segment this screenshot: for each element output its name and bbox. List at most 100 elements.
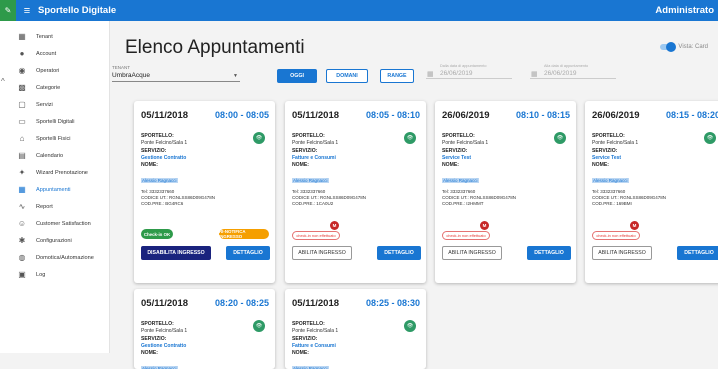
sportello-value: Ponte Felcino/Sala 1 — [442, 140, 489, 146]
appointment-date: 05/11/2018 — [141, 110, 189, 121]
enable-entry-button[interactable]: ABILITA INGRESSO — [442, 246, 502, 260]
sportello-value: Ponte Felcino/Sala 1 — [292, 328, 339, 334]
home-icon: ⌂ — [19, 134, 25, 143]
sportello-label: SPORTELLO: — [141, 133, 174, 139]
top-app-bar: ✎ ≡ Sportello Digitale Administrato — [0, 0, 718, 21]
appointment-date: 26/06/2019 — [592, 110, 640, 121]
nome-label: NOME: — [141, 350, 158, 356]
card-body: SPORTELLO: Ponte Felcino/Sala 1 SERVIZIO: S… — [592, 133, 716, 207]
servizio-label: SERVIZIO: — [592, 147, 618, 154]
check-in-missing-badge: check-in non effettuato — [292, 231, 340, 240]
enable-entry-button[interactable]: ABILITA INGRESSO — [292, 246, 352, 260]
sportello-value: Ponte Felcino/Sala 1 — [141, 140, 188, 146]
user-menu[interactable]: Administrato — [655, 5, 714, 16]
monitor-icon: ▭ — [18, 117, 26, 126]
range-button[interactable]: RANGE — [380, 69, 414, 83]
sidebar-item-label: Customer Satisfaction — [36, 220, 91, 227]
servizio-label: SERVIZIO: — [141, 335, 167, 342]
sidebar-item-label: Account — [36, 50, 57, 57]
sidebar-item-report[interactable]: ∿ Report — [0, 198, 109, 215]
nome-row: Alessio Ragnacci — [141, 357, 265, 369]
servizio-value[interactable]: Gestione Contratto — [141, 155, 265, 162]
gear-icon: ✱ — [18, 236, 26, 245]
card-body: SPORTELLO: Ponte Felcino/Sala 1 SERVIZIO: F… — [292, 133, 416, 207]
from-date-field[interactable]: Dalla data di appuntamento ▦ 26/06/2019 — [426, 64, 512, 79]
nome-value[interactable]: Alessio Ragnacci — [592, 178, 629, 183]
nome-value[interactable]: Alessio Ragnacci — [141, 178, 178, 183]
servizio-value[interactable]: Fatture e Consumi — [292, 155, 416, 162]
nome-value[interactable]: Alessio Ragnacci — [292, 178, 329, 183]
tomorrow-button[interactable]: DOMANI — [326, 69, 368, 83]
sportello-label: SPORTELLO: — [141, 321, 174, 327]
app-switch-icon[interactable]: ✎ — [0, 0, 16, 21]
sportello-value: Ponte Felcino/Sala 1 — [592, 140, 639, 146]
re-notify-button[interactable]: RI-NOTIFICA INGRESSO — [219, 229, 269, 239]
collapse-sidebar-icon[interactable]: ^ — [1, 77, 5, 86]
sidebar-item-wizard-prenotazione[interactable]: ✦ Wizard Prenotazione — [0, 164, 109, 181]
to-date-value: 26/06/2019 — [544, 70, 577, 77]
detail-button[interactable]: DETTAGLIO — [677, 246, 718, 260]
appointment-date: 05/11/2018 — [141, 298, 189, 309]
from-date-label: Dalla data di appuntamento — [440, 64, 487, 68]
sidebar-item-label: Appuntamenti — [36, 186, 71, 193]
detail-button[interactable]: DETTAGLIO — [226, 246, 270, 260]
page-title: Elenco Appuntamenti — [125, 37, 305, 58]
appointment-date: 05/11/2018 — [292, 298, 340, 309]
nome-label: NOME: — [292, 162, 309, 168]
sidebar-item-label: Operatori — [36, 67, 60, 74]
enable-entry-button[interactable]: ABILITA INGRESSO — [592, 246, 652, 260]
card-header: 05/11/2018 08:25 - 08:30 — [292, 298, 420, 309]
appointment-time: 08:15 - 08:20 — [665, 110, 718, 120]
appointment-card: 26/06/2019 08:15 - 08:20 👁 SPORTELLO: Ponte … — [585, 101, 718, 283]
sidebar-item-operatori[interactable]: ◉ Operatori — [0, 62, 109, 79]
servizio-value[interactable]: Gestione Contratto — [141, 343, 265, 350]
nome-row: Alessio Ragnacci — [592, 169, 716, 187]
detail-button[interactable]: DETTAGLIO — [527, 246, 571, 260]
sidebar-item-customer-satisfaction[interactable]: ☺ Customer Satisfaction — [0, 215, 109, 232]
main-content: Elenco Appuntamenti Vista: Card TENANT U… — [110, 21, 718, 369]
servizio-value[interactable]: Service Test — [442, 155, 566, 162]
servizio-value[interactable]: Fatture e Consumi — [292, 343, 416, 350]
m-badge: M — [630, 221, 639, 230]
sidebar-item-configurazioni[interactable]: ✱ Configurazioni — [0, 232, 109, 249]
view-toggle[interactable]: Vista: Card — [660, 42, 708, 52]
sidebar-item-servizi[interactable]: ▢ Servizi — [0, 96, 109, 113]
sidebar-item-tenant[interactable]: ▦ Tenant — [0, 28, 109, 45]
document-icon: ▢ — [18, 100, 26, 109]
hamburger-menu-icon[interactable]: ≡ — [16, 5, 38, 17]
sidebar-item-calendario[interactable]: ▤ Calendario — [0, 147, 109, 164]
appointment-time: 08:00 - 08:05 — [214, 110, 269, 120]
appointment-time: 08:25 - 08:30 — [365, 298, 420, 308]
nome-row: Alessio Ragnacci — [292, 169, 416, 187]
tenant-label: TENANT — [112, 65, 130, 70]
calendar-icon: ▦ — [531, 71, 538, 78]
appointment-card: 05/11/2018 08:00 - 08:05 👁 SPORTELLO: Ponte … — [134, 101, 275, 283]
nome-value[interactable]: Alessio Ragnacci — [442, 178, 479, 183]
sidebar-item-sportelli-fisici[interactable]: ⌂ Sportelli Fisici — [0, 130, 109, 147]
sidebar-item-label: Sportelli Fisici — [36, 135, 71, 142]
card-header: 05/11/2018 08:05 - 08:10 — [292, 110, 420, 121]
building-icon: ▦ — [18, 32, 26, 41]
sidebar-item-log[interactable]: ▣ Log — [0, 266, 109, 283]
sidebar-item-appuntamenti[interactable]: ▦ Appuntamenti — [0, 181, 109, 198]
detail-button[interactable]: DETTAGLIO — [377, 246, 421, 260]
to-date-field[interactable]: Alla data di appuntamento ▦ 26/06/2019 — [530, 64, 616, 79]
servizio-label: SERVIZIO: — [141, 147, 167, 154]
appointment-card: 26/06/2019 08:10 - 08:15 👁 SPORTELLO: Ponte … — [435, 101, 576, 283]
calendar-icon: ▦ — [427, 71, 434, 78]
from-date-value: 26/06/2019 — [440, 70, 473, 77]
disable-entry-button[interactable]: DISABILITA INGRESSO — [141, 246, 211, 260]
card-body: SPORTELLO: Ponte Felcino/Sala 1 SERVIZIO: G… — [141, 133, 265, 207]
sidebar-item-categorie[interactable]: ▩ Categorie — [0, 79, 109, 96]
list-icon: ▦ — [18, 185, 26, 194]
toggle-switch[interactable] — [660, 42, 677, 52]
servizio-value[interactable]: Service Test — [592, 155, 716, 162]
card-body: SPORTELLO: Ponte Felcino/Sala 1 SERVIZIO: S… — [442, 133, 566, 207]
today-button[interactable]: OGGI — [277, 69, 317, 83]
card-body: SPORTELLO: Ponte Felcino/Sala 1 SERVIZIO: G… — [141, 321, 265, 369]
tenant-select[interactable]: UmbraAcque ▼ — [112, 72, 240, 82]
sidebar-item-sportelli-digitali[interactable]: ▭ Sportelli Digitali — [0, 113, 109, 130]
sidebar-item-domotica-automazione[interactable]: ◍ Domotica/Automazione — [0, 249, 109, 266]
sidebar-item-account[interactable]: ● Account — [0, 45, 109, 62]
booking-code-value: COD.PRE.: I2HMMT — [442, 201, 484, 206]
